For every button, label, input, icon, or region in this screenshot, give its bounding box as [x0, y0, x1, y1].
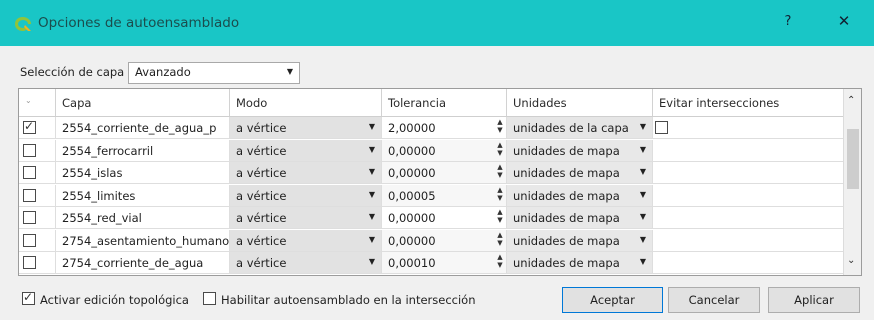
spin-arrows-icon[interactable]: ▲ ▼ [495, 253, 505, 272]
layer-selection-value: Avanzado [135, 65, 191, 79]
vertical-scrollbar[interactable]: ⌃ ⌄ [843, 89, 861, 275]
layer-name-cell: 2554_corriente_de_agua_p [56, 117, 230, 139]
mode-dropdown[interactable]: a vértice ▼ [230, 184, 382, 207]
layer-name-cell: 2554_islas [56, 162, 230, 184]
scroll-down-icon[interactable]: ⌄ [847, 255, 855, 266]
cancel-button[interactable]: Cancelar [668, 287, 760, 313]
tolerance-spinbox[interactable]: 0,00000 ▲ ▼ [382, 139, 507, 162]
spin-arrows-icon[interactable]: ▲ ▼ [495, 163, 505, 182]
header-evitar-intersecciones[interactable]: Evitar intersecciones [653, 89, 843, 117]
chevron-down-icon: ▼ [368, 257, 375, 266]
qgis-logo-icon [15, 17, 31, 31]
chevron-down-icon: ▼ [286, 67, 293, 76]
spin-arrows-icon[interactable]: ▲ ▼ [495, 208, 505, 227]
table-row: 2554_islas a vértice ▼ 0,00000 ▲ ▼ unidades… [19, 162, 845, 185]
header-check-column[interactable]: ⌄ [19, 89, 56, 117]
mode-dropdown[interactable]: a vértice ▼ [230, 229, 382, 252]
header-unidades[interactable]: Unidades [507, 89, 653, 117]
accept-button[interactable]: Aceptar [562, 287, 663, 313]
chevron-down-icon: ▼ [639, 144, 646, 154]
chevron-down-icon: ▼ [368, 212, 375, 221]
chevron-down-icon: ▼ [368, 234, 375, 244]
units-dropdown[interactable]: unidades de mapa ▼ [507, 184, 653, 207]
chevron-down-icon: ▼ [639, 234, 646, 244]
units-dropdown[interactable]: unidades de la capa ▼ [507, 117, 653, 139]
header-capa[interactable]: Capa [56, 89, 230, 117]
chevron-down-icon: ▼ [368, 189, 375, 199]
layer-selection-label: Selección de capa [20, 65, 125, 79]
layer-enable-checkbox[interactable] [23, 233, 36, 247]
tolerance-spinbox[interactable]: 0,00010 ▲ ▼ [382, 252, 507, 274]
chevron-down-icon: ▼ [639, 212, 646, 221]
spin-arrows-icon[interactable]: ▲ ▼ [495, 231, 505, 250]
tolerance-spinbox[interactable]: 0,00005 ▲ ▼ [382, 184, 507, 207]
layer-name-cell: 2554_red_vial [56, 207, 230, 229]
topological-editing-checkbox[interactable] [22, 290, 35, 305]
layer-name-cell: 2554_limites [56, 184, 230, 207]
layer-enable-checkbox[interactable] [23, 256, 36, 269]
chevron-down-icon: ▼ [368, 122, 375, 131]
layers-table: ⌄ Capa Modo Tolerancia Unidades Evitar i… [18, 88, 862, 276]
avoid-intersections-checkbox[interactable] [655, 121, 668, 134]
chevron-down-icon: ▼ [639, 189, 646, 199]
layer-enable-checkbox[interactable] [23, 166, 36, 179]
layer-selection-dropdown[interactable]: Avanzado ▼ [128, 62, 300, 84]
intersection-snapping-label: Habilitar autoensamblado en la intersecc… [221, 293, 476, 307]
mode-dropdown[interactable]: a vértice ▼ [230, 117, 382, 139]
layer-enable-checkbox[interactable] [23, 143, 36, 157]
tolerance-spinbox[interactable]: 2,00000 ▲ ▼ [382, 117, 507, 139]
chevron-down-icon: ▼ [639, 122, 646, 131]
units-dropdown[interactable]: unidades de mapa ▼ [507, 139, 653, 162]
units-dropdown[interactable]: unidades de mapa ▼ [507, 207, 653, 229]
tolerance-spinbox[interactable]: 0,00000 ▲ ▼ [382, 162, 507, 184]
mode-dropdown[interactable]: a vértice ▼ [230, 207, 382, 229]
units-dropdown[interactable]: unidades de mapa ▼ [507, 162, 653, 184]
table-row: 2554_red_vial a vértice ▼ 0,00000 ▲ ▼ unida… [19, 207, 845, 230]
dialog-title: Opciones de autoensamblado [38, 15, 240, 31]
layer-name-cell: 2554_ferrocarril [56, 139, 230, 162]
units-dropdown[interactable]: unidades de mapa ▼ [507, 252, 653, 274]
tolerance-spinbox[interactable]: 0,00000 ▲ ▼ [382, 207, 507, 229]
apply-button[interactable]: Aplicar [768, 287, 860, 313]
mode-dropdown[interactable]: a vértice ▼ [230, 139, 382, 162]
scrollbar-thumb[interactable] [847, 129, 859, 189]
close-button[interactable]: ✕ [834, 12, 854, 32]
header-modo[interactable]: Modo [230, 89, 382, 117]
table-row: 2554_corriente_de_agua_p a vértice▼ 2,00… [19, 117, 845, 140]
spin-arrows-icon[interactable]: ▲ ▼ [495, 118, 505, 137]
table-row: 2554_ferrocarril a vértice ▼ 0,00000 ▲ ▼ un… [19, 139, 845, 163]
spin-arrows-icon[interactable]: ▲ ▼ [495, 141, 505, 160]
help-button[interactable]: ? [778, 14, 798, 32]
spin-arrows-icon[interactable]: ▲ ▼ [495, 186, 505, 205]
layer-enable-checkbox[interactable] [23, 119, 36, 134]
layer-name-cell: 2754_asentamiento_humano [56, 229, 230, 252]
table-row: 2754_corriente_de_agua a vértice ▼ 0,0001… [19, 252, 845, 275]
table-row: 2754_asentamiento_humano a vértice ▼ 0,00… [19, 229, 845, 253]
layer-enable-checkbox[interactable] [23, 188, 36, 202]
scroll-up-icon[interactable]: ⌃ [847, 95, 855, 106]
layer-enable-checkbox[interactable] [23, 211, 36, 224]
layer-name-cell: 2754_corriente_de_agua [56, 252, 230, 274]
snapping-options-dialog: Opciones de autoensamblado ? ✕ Selección… [0, 0, 874, 320]
chevron-down-icon: ▼ [639, 257, 646, 266]
units-dropdown[interactable]: unidades de mapa ▼ [507, 229, 653, 252]
header-tolerancia[interactable]: Tolerancia [382, 89, 507, 117]
mode-dropdown[interactable]: a vértice ▼ [230, 252, 382, 274]
topological-editing-label: Activar edición topológica [40, 293, 189, 307]
table-row: 2554_limites a vértice ▼ 0,00005 ▲ ▼ unidad… [19, 184, 845, 208]
chevron-down-icon: ▼ [368, 167, 375, 176]
intersection-snapping-checkbox[interactable] [203, 292, 216, 305]
chevron-down-icon: ▼ [639, 167, 646, 176]
mode-dropdown[interactable]: a vértice ▼ [230, 162, 382, 184]
title-bar: Opciones de autoensamblado ? ✕ [0, 0, 874, 46]
sort-indicator-icon: ⌄ [25, 96, 32, 105]
tolerance-spinbox[interactable]: 0,00000 ▲ ▼ [382, 229, 507, 252]
chevron-down-icon: ▼ [368, 144, 375, 154]
